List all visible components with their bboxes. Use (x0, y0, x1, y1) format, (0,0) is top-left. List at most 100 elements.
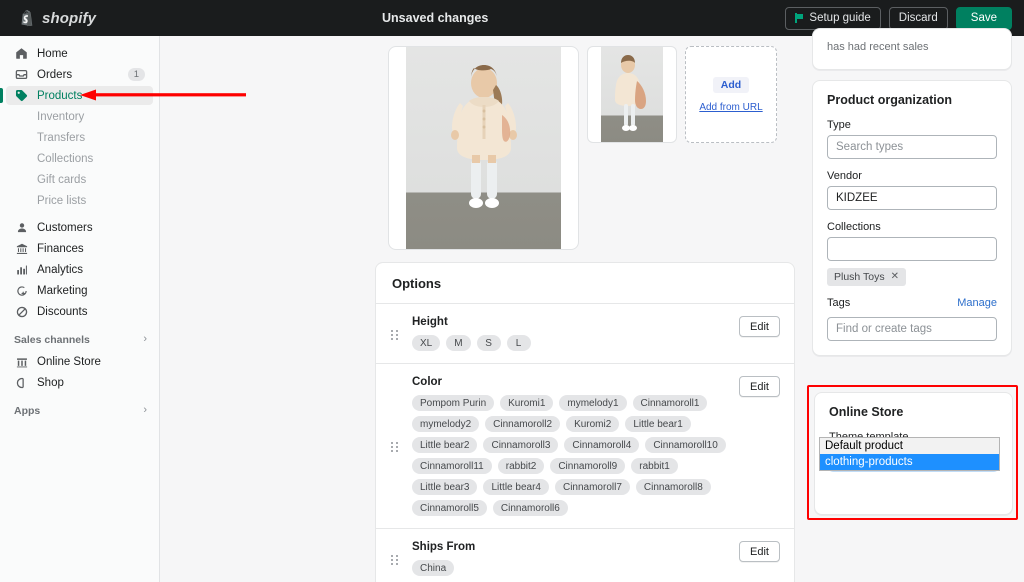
finances-icon (14, 241, 29, 256)
option-body-height: Height XL M S L (402, 316, 739, 351)
option-chip: Cinnamoroll5 (412, 500, 487, 516)
option-chip: Cinnamoroll11 (412, 458, 492, 474)
option-chip: Cinnamoroll10 (645, 437, 726, 453)
drag-handle-icon[interactable] (386, 440, 402, 452)
option-chip: Little bear2 (412, 437, 478, 453)
option-chip: Little bear1 (625, 416, 691, 432)
sidebar-item-home[interactable]: Home (6, 44, 153, 63)
sidebar-label-home: Home (37, 47, 68, 60)
option-chip: Cinnamoroll9 (550, 458, 626, 474)
sidebar-item-transfers[interactable]: Transfers (0, 128, 159, 147)
sidebar-item-customers[interactable]: Customers (6, 218, 153, 237)
sidebar-item-orders[interactable]: Orders 1 (6, 65, 153, 84)
sidebar-item-price-lists[interactable]: Price lists (0, 191, 159, 210)
sidebar-item-gift-cards[interactable]: Gift cards (0, 170, 159, 189)
drag-handle-icon[interactable] (386, 316, 402, 351)
products-icon (14, 88, 29, 103)
add-media-dropzone[interactable]: Add Add from URL (685, 46, 777, 143)
orders-icon (14, 67, 29, 82)
option-chip: Pompom Purin (412, 395, 495, 411)
sidebar-item-products[interactable]: Products (0, 86, 153, 105)
main-content: Add Add from URL Options Height XL M S L (160, 36, 800, 582)
option-chip: Cinnamoroll8 (635, 479, 711, 495)
store-icon (14, 354, 29, 369)
edit-option-height-button[interactable]: Edit (739, 316, 780, 337)
product-image-primary[interactable] (388, 46, 579, 250)
option-chip: Kuromi2 (566, 416, 620, 432)
unsaved-changes-label: Unsaved changes (382, 11, 489, 25)
sidebar-section-sales-channels[interactable]: Sales channels › (14, 331, 147, 348)
dropdown-option-default-product[interactable]: Default product (820, 438, 999, 454)
product-image-thumbnail[interactable] (587, 46, 677, 143)
chevron-right-icon: › (143, 333, 147, 345)
collections-input[interactable] (827, 237, 997, 261)
dropdown-option-clothing-products[interactable]: clothing-products (820, 454, 999, 470)
sidebar-label-shop: Shop (37, 376, 64, 389)
sidebar-label-finances: Finances (37, 242, 84, 255)
shopify-logo[interactable]: shopify (0, 9, 160, 28)
vendor-label: Vendor (827, 170, 862, 182)
sidebar-label-online-store: Online Store (37, 355, 101, 368)
sidebar-label-marketing: Marketing (37, 284, 88, 297)
options-card: Options Height XL M S L Edit Color Pompo… (375, 262, 795, 582)
option-chip: Kuromi1 (500, 395, 554, 411)
tags-label: Tags (827, 297, 851, 309)
insights-card: has had recent sales (812, 28, 1012, 70)
discard-button[interactable]: Discard (888, 6, 948, 30)
option-chip: M (446, 335, 471, 351)
add-from-url-link[interactable]: Add from URL (699, 102, 762, 113)
type-input[interactable] (827, 135, 997, 159)
option-values-height: XL M S L (412, 335, 739, 351)
remove-collection-icon[interactable]: ✕ (891, 272, 899, 282)
option-chip: rabbit2 (497, 458, 545, 474)
sidebar-item-shop[interactable]: Shop (6, 373, 153, 392)
customers-icon (14, 220, 29, 235)
vendor-input[interactable] (827, 186, 997, 210)
tags-input[interactable] (827, 317, 997, 341)
option-values-ships-from: China (412, 560, 739, 576)
sidebar-item-collections[interactable]: Collections (0, 149, 159, 168)
shopify-admin-page: shopify Unsaved changes Setup guide Disc… (0, 0, 1024, 582)
theme-template-dropdown-list[interactable]: Default product clothing-products (819, 437, 1000, 471)
option-row-color: Color Pompom Purin Kuromi1 mymelody1 Cin… (376, 363, 794, 528)
option-row-height: Height XL M S L Edit (376, 303, 794, 363)
sales-channels-label: Sales channels (14, 333, 90, 346)
option-name-height: Height (412, 316, 448, 328)
option-name-color: Color (412, 376, 443, 388)
setup-guide-label: Setup guide (809, 12, 871, 24)
option-chip: Cinnamoroll2 (485, 416, 561, 432)
product-organization-card: Product organization Type Vendor Collect… (812, 80, 1012, 356)
add-media-button[interactable]: Add (712, 76, 750, 93)
product-organization-title: Product organization (827, 93, 952, 107)
sidebar-item-marketing[interactable]: Marketing (6, 281, 153, 300)
apps-label: Apps (14, 404, 41, 417)
sidebar-section-apps[interactable]: Apps › (14, 402, 147, 419)
option-chip: Cinnamoroll6 (492, 500, 568, 516)
type-label: Type (827, 119, 851, 131)
insights-text: has had recent sales (827, 41, 929, 53)
save-button[interactable]: Save (955, 6, 1012, 30)
sidebar-item-finances[interactable]: Finances (6, 239, 153, 258)
options-title: Options (392, 276, 442, 291)
option-chip: S (476, 335, 501, 351)
shopify-bag-icon (18, 9, 35, 28)
sidebar-label-customers: Customers (37, 221, 93, 234)
shopify-wordmark: shopify (42, 9, 97, 27)
sidebar-nav: Home Orders 1 Products Inventory Transfe… (0, 36, 160, 582)
option-values-color: Pompom Purin Kuromi1 mymelody1 Cinnamoro… (412, 395, 739, 516)
manage-tags-link[interactable]: Manage (957, 297, 997, 309)
setup-guide-button[interactable]: Setup guide (785, 6, 881, 30)
sidebar-item-discounts[interactable]: Discounts (6, 302, 153, 321)
flag-icon (795, 13, 804, 23)
sidebar-item-analytics[interactable]: Analytics (6, 260, 153, 279)
right-sidebar: has had recent sales Product organizatio… (800, 28, 1024, 582)
sidebar-item-online-store[interactable]: Online Store (6, 352, 153, 371)
edit-option-ships-from-button[interactable]: Edit (739, 541, 780, 562)
drag-handle-icon[interactable] (386, 541, 402, 576)
sidebar-item-inventory[interactable]: Inventory (0, 107, 159, 126)
sidebar-label-analytics: Analytics (37, 263, 84, 276)
collection-chip-plush-toys: Plush Toys ✕ (827, 268, 906, 286)
product-photo-large (406, 47, 561, 249)
sidebar-label-discounts: Discounts (37, 305, 88, 318)
edit-option-color-button[interactable]: Edit (739, 376, 780, 397)
